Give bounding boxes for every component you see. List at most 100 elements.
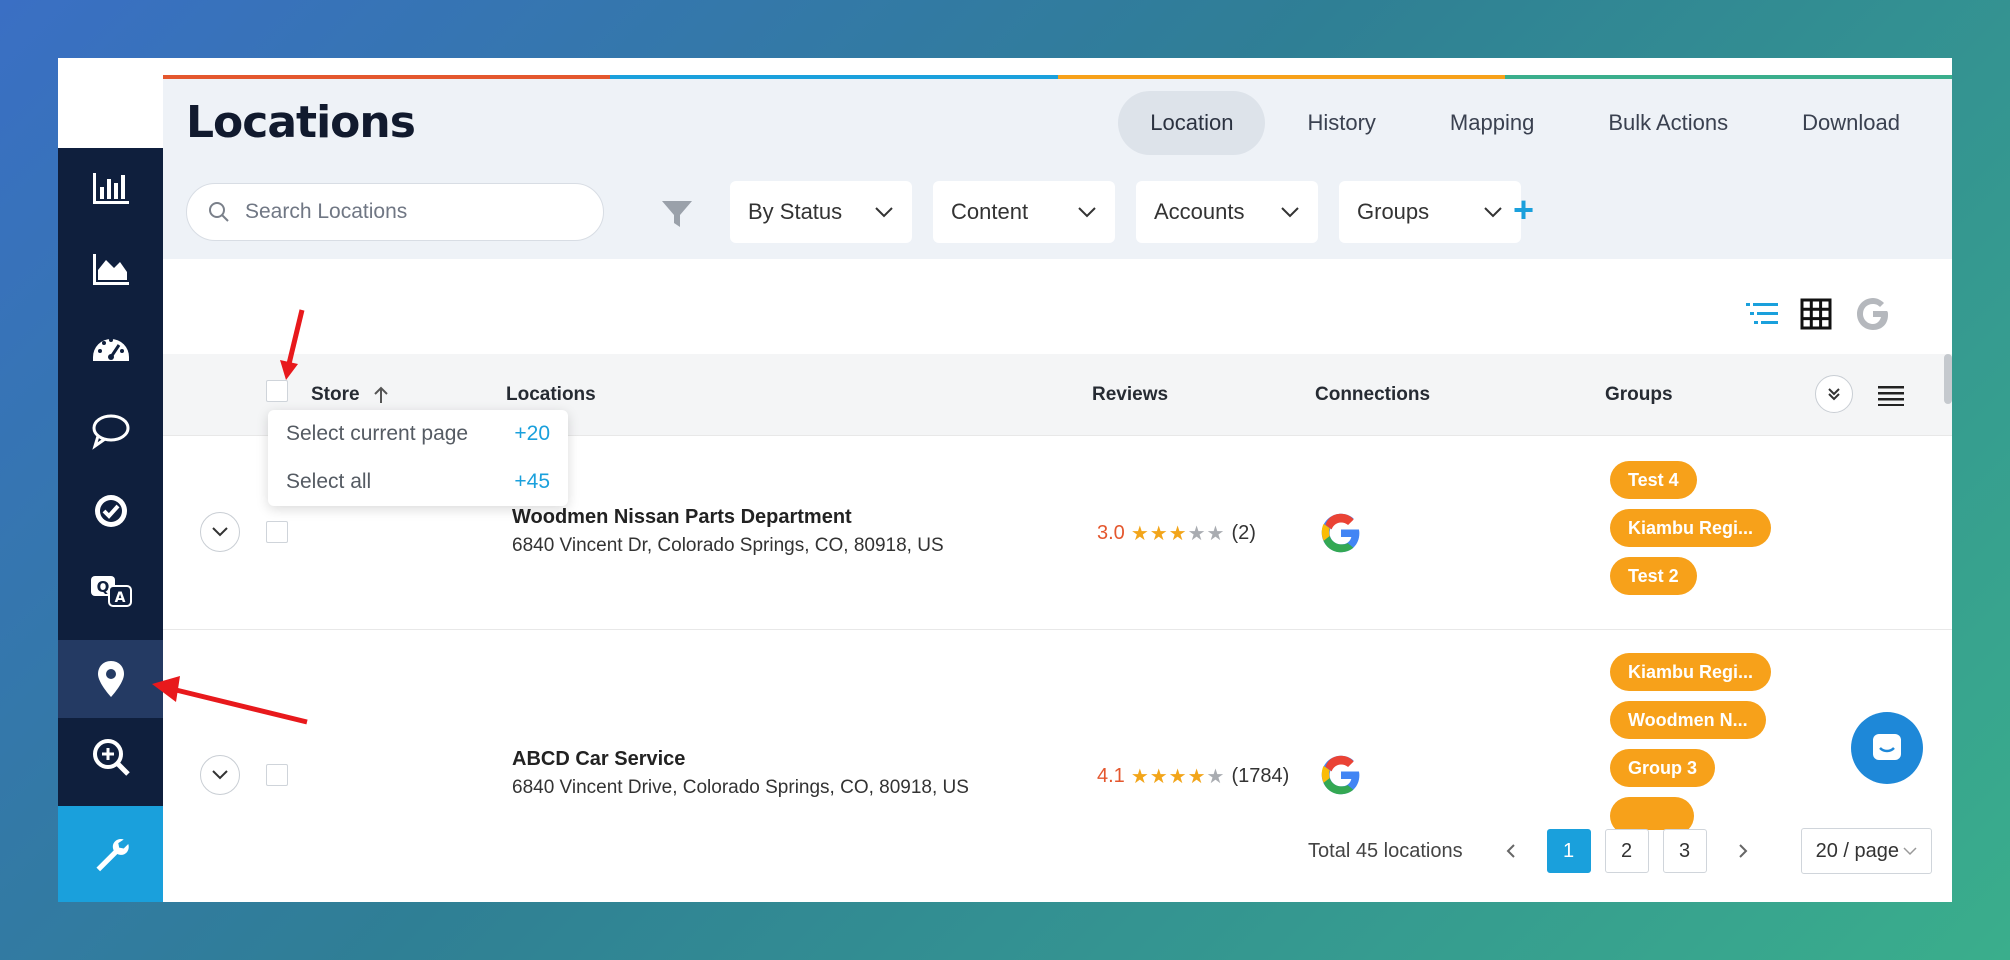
group-tag-partial[interactable] [1610, 797, 1694, 830]
sidebar-item-dashboard[interactable] [58, 310, 163, 388]
sidebar-nav: QA [58, 148, 163, 808]
wrench-icon [95, 838, 129, 872]
svg-text:Q: Q [96, 578, 109, 596]
chat-icon [1873, 734, 1901, 760]
row-expand-button[interactable] [200, 512, 240, 552]
double-chevron-down-icon [1828, 388, 1840, 401]
sidebar-item-qa[interactable]: QA [58, 553, 163, 631]
rating: 4.1 ★★★★★ (1784) [1097, 764, 1289, 789]
group-tag[interactable]: Test 4 [1610, 461, 1697, 499]
qa-icon: QA [90, 576, 132, 607]
table-row[interactable]: ABCD Car Service 6840 Vincent Drive, Col… [163, 630, 1952, 830]
status-dropdown[interactable]: By Status [730, 181, 912, 243]
search-input[interactable] [245, 200, 565, 224]
select-current-page-label: Select current page [286, 422, 469, 445]
column-settings-icon[interactable] [1878, 384, 1904, 406]
page-size-select[interactable]: 20 / page [1800, 828, 1932, 874]
area-chart-icon [92, 254, 129, 285]
header-tabs: Location History Mapping Bulk Actions Do… [1118, 91, 1932, 155]
chevron-right-icon [1738, 844, 1747, 858]
gauge-icon [92, 338, 129, 361]
accounts-dropdown-label: Accounts [1154, 199, 1245, 224]
sidebar-item-tools[interactable] [58, 806, 163, 902]
chevron-left-icon [1506, 844, 1515, 858]
star-rating-icon: ★★★★★ [1130, 523, 1226, 545]
search-box [186, 183, 604, 241]
sidebar-item-analytics[interactable] [58, 229, 163, 307]
location-address: 6840 Vincent Drive, Colorado Springs, CO… [512, 777, 969, 798]
tab-bulk-actions[interactable]: Bulk Actions [1576, 91, 1760, 155]
location-name[interactable]: ABCD Car Service [512, 748, 685, 771]
google-icon [1321, 513, 1360, 553]
page-3-button[interactable]: 3 [1662, 829, 1707, 873]
chevron-down-icon [1903, 847, 1917, 856]
svg-text:A: A [114, 590, 125, 606]
main-content: Locations Location History Mapping Bulk … [163, 58, 1952, 902]
select-current-page-option[interactable]: Select current page +20 [286, 422, 550, 446]
groups-dropdown[interactable]: Groups [1339, 181, 1521, 243]
page-size-label: 20 / page [1815, 839, 1899, 862]
sidebar-item-search[interactable] [58, 718, 163, 796]
filter-funnel-icon[interactable] [660, 197, 694, 236]
chevron-down-icon [875, 207, 893, 218]
select-all-option[interactable]: Select all +45 [286, 470, 550, 494]
column-store-label: Store [311, 384, 360, 405]
accounts-dropdown[interactable]: Accounts [1136, 181, 1318, 243]
tab-mapping[interactable]: Mapping [1418, 91, 1566, 155]
content-dropdown[interactable]: Content [933, 181, 1115, 243]
grid-view-icon[interactable] [1800, 298, 1832, 330]
row-checkbox[interactable] [266, 521, 288, 543]
tab-history[interactable]: History [1275, 91, 1407, 155]
tab-location[interactable]: Location [1118, 91, 1266, 155]
chevron-down-icon [212, 770, 228, 780]
add-filter-button[interactable]: + [1513, 189, 1534, 231]
group-tag[interactable]: Kiambu Regi... [1610, 653, 1772, 691]
column-locations: Locations [506, 384, 596, 405]
star-rating-icon: ★★★★★ [1130, 766, 1226, 788]
rating: 3.0 ★★★★★ (2) [1097, 521, 1256, 546]
total-count: Total 45 locations [1308, 839, 1463, 862]
group-tag[interactable]: Woodmen N... [1610, 701, 1766, 739]
sidebar-item-tasks[interactable] [58, 472, 163, 550]
location-name[interactable]: Woodmen Nissan Parts Department [512, 506, 852, 529]
scrollbar[interactable] [1944, 354, 1952, 404]
sidebar-item-reports[interactable] [58, 148, 163, 226]
speech-bubble-icon [91, 414, 129, 450]
row-expand-button[interactable] [200, 755, 240, 795]
chevron-down-icon [1078, 207, 1096, 218]
chat-widget-button[interactable] [1851, 712, 1923, 784]
sidebar: QA [58, 58, 163, 902]
select-all-label: Select all [286, 470, 372, 493]
page-title: Locations [186, 97, 416, 148]
list-view-icon[interactable] [1746, 300, 1778, 328]
sidebar-item-reviews[interactable] [58, 391, 163, 469]
prev-page-button[interactable] [1488, 829, 1533, 873]
column-groups: Groups [1605, 384, 1673, 405]
review-count: (1784) [1231, 765, 1290, 787]
view-mode-toggles [1746, 295, 1892, 333]
sort-ascending-icon[interactable] [373, 386, 389, 404]
location-pin-icon [97, 661, 124, 697]
group-tag[interactable]: Group 3 [1610, 749, 1716, 787]
filter-bar: By Status Content Accounts Groups + [163, 167, 1952, 259]
column-store[interactable]: Store [311, 384, 389, 406]
row-checkbox[interactable] [266, 764, 288, 786]
google-view-icon[interactable] [1854, 295, 1892, 333]
pagination: Total 45 locations 1 2 3 20 / page [1308, 828, 1932, 874]
expand-all-button[interactable] [1815, 375, 1853, 413]
app-window: QA Locations Location History Mapping Bu… [58, 58, 1952, 902]
column-connections: Connections [1315, 384, 1431, 405]
select-current-page-count: +20 [514, 422, 550, 445]
select-dropdown-menu: Select current page +20 Select all +45 [268, 410, 568, 506]
tab-download[interactable]: Download [1770, 91, 1932, 155]
page-1-button[interactable]: 1 [1546, 829, 1591, 873]
sidebar-item-locations[interactable] [58, 640, 163, 718]
select-all-checkbox[interactable] [266, 380, 288, 402]
page-2-button[interactable]: 2 [1604, 829, 1649, 873]
page-header: Locations Location History Mapping Bulk … [163, 79, 1952, 167]
search-icon [209, 202, 229, 222]
group-tag[interactable]: Test 2 [1610, 557, 1697, 595]
next-page-button[interactable] [1720, 829, 1765, 873]
group-tag[interactable]: Kiambu Regi... [1610, 509, 1772, 547]
chevron-down-icon [212, 527, 228, 537]
